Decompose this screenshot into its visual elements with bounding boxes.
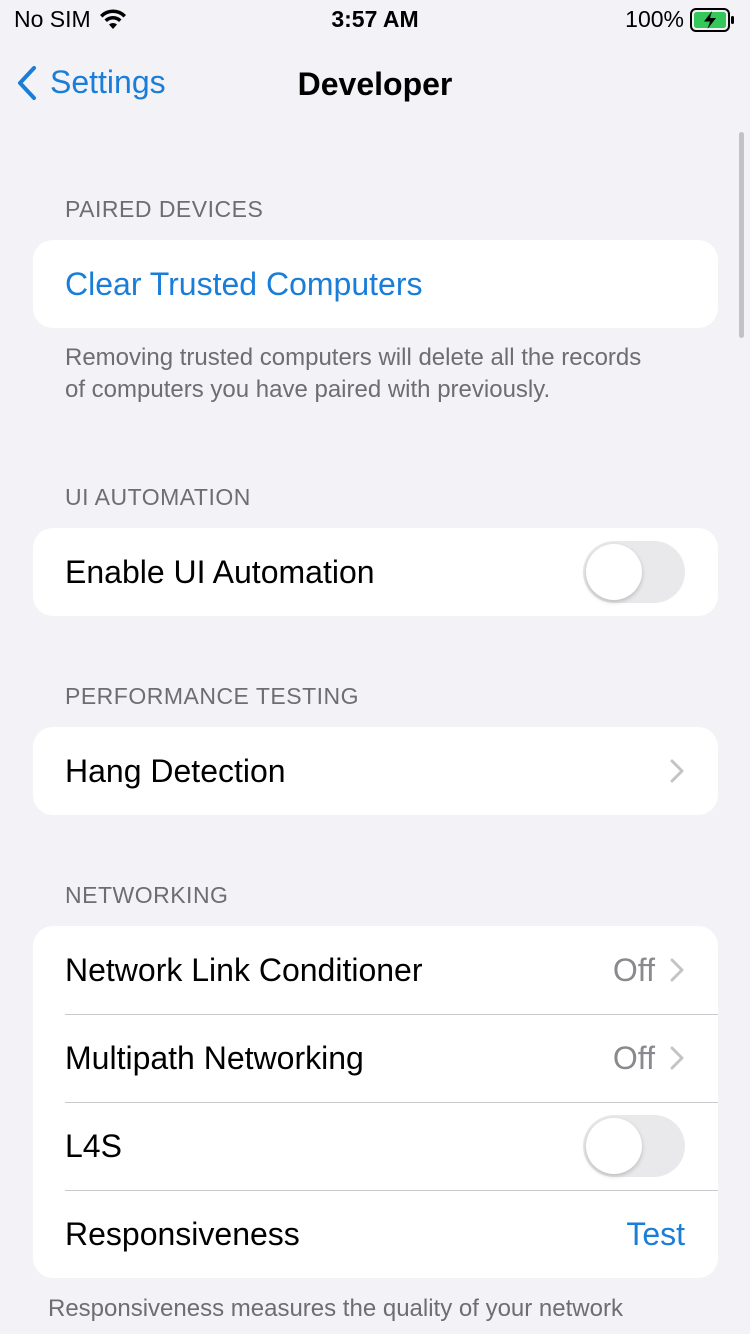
section-header-performance-testing: PERFORMANCE TESTING bbox=[65, 683, 360, 709]
paired-devices-footer: Removing trusted computers will delete a… bbox=[65, 344, 642, 403]
enable-ui-automation-toggle[interactable] bbox=[583, 541, 685, 603]
l4s-toggle[interactable] bbox=[583, 1115, 685, 1177]
networking-group: Network Link Conditioner Off Multipath N… bbox=[33, 926, 718, 1278]
clear-trusted-computers-label: Clear Trusted Computers bbox=[65, 265, 423, 302]
battery-group: 100% bbox=[625, 6, 736, 33]
chevron-right-icon bbox=[670, 1046, 684, 1070]
battery-percent: 100% bbox=[625, 6, 684, 32]
network-link-conditioner-label: Network Link Conditioner bbox=[65, 951, 423, 988]
ui-automation-group: Enable UI Automation bbox=[33, 528, 718, 616]
multipath-networking-value: Off bbox=[612, 1039, 655, 1076]
page-title: Developer bbox=[297, 66, 453, 102]
multipath-networking-row[interactable]: Multipath Networking Off bbox=[33, 1014, 718, 1102]
hang-detection-row[interactable]: Hang Detection bbox=[33, 727, 718, 815]
toggle-knob bbox=[586, 544, 642, 600]
clear-trusted-computers-button[interactable]: Clear Trusted Computers bbox=[33, 240, 718, 328]
section-header-paired-devices: PAIRED DEVICES bbox=[65, 196, 264, 222]
network-link-conditioner-value: Off bbox=[612, 951, 655, 988]
navigation-bar: Settings Developer bbox=[0, 54, 750, 114]
network-link-conditioner-row[interactable]: Network Link Conditioner Off bbox=[33, 926, 718, 1014]
developer-settings-screen: No SIM 3:57 AM 100% Settings Developer P… bbox=[0, 0, 750, 1334]
toggle-knob bbox=[586, 1118, 642, 1174]
responsiveness-row: Responsiveness Test bbox=[33, 1190, 718, 1278]
multipath-networking-label: Multipath Networking bbox=[65, 1039, 364, 1076]
enable-ui-automation-row: Enable UI Automation bbox=[33, 528, 718, 616]
chevron-right-icon bbox=[670, 759, 684, 783]
enable-ui-automation-label: Enable UI Automation bbox=[65, 553, 375, 590]
responsiveness-label: Responsiveness bbox=[65, 1215, 300, 1252]
performance-testing-group: Hang Detection bbox=[33, 727, 718, 815]
hang-detection-label: Hang Detection bbox=[65, 752, 286, 789]
battery-charging-icon bbox=[690, 7, 734, 32]
responsiveness-test-button[interactable]: Test bbox=[626, 1216, 685, 1253]
scroll-indicator bbox=[739, 132, 744, 338]
l4s-label: L4S bbox=[65, 1127, 122, 1164]
chevron-right-icon bbox=[670, 958, 684, 982]
paired-devices-group: Clear Trusted Computers bbox=[33, 240, 718, 328]
section-header-networking: NETWORKING bbox=[65, 882, 229, 908]
networking-footer: Responsiveness measures the quality of y… bbox=[48, 1295, 623, 1322]
l4s-row: L4S bbox=[33, 1102, 718, 1190]
status-bar: No SIM 3:57 AM 100% bbox=[0, 0, 750, 40]
section-header-ui-automation: UI AUTOMATION bbox=[65, 484, 251, 510]
